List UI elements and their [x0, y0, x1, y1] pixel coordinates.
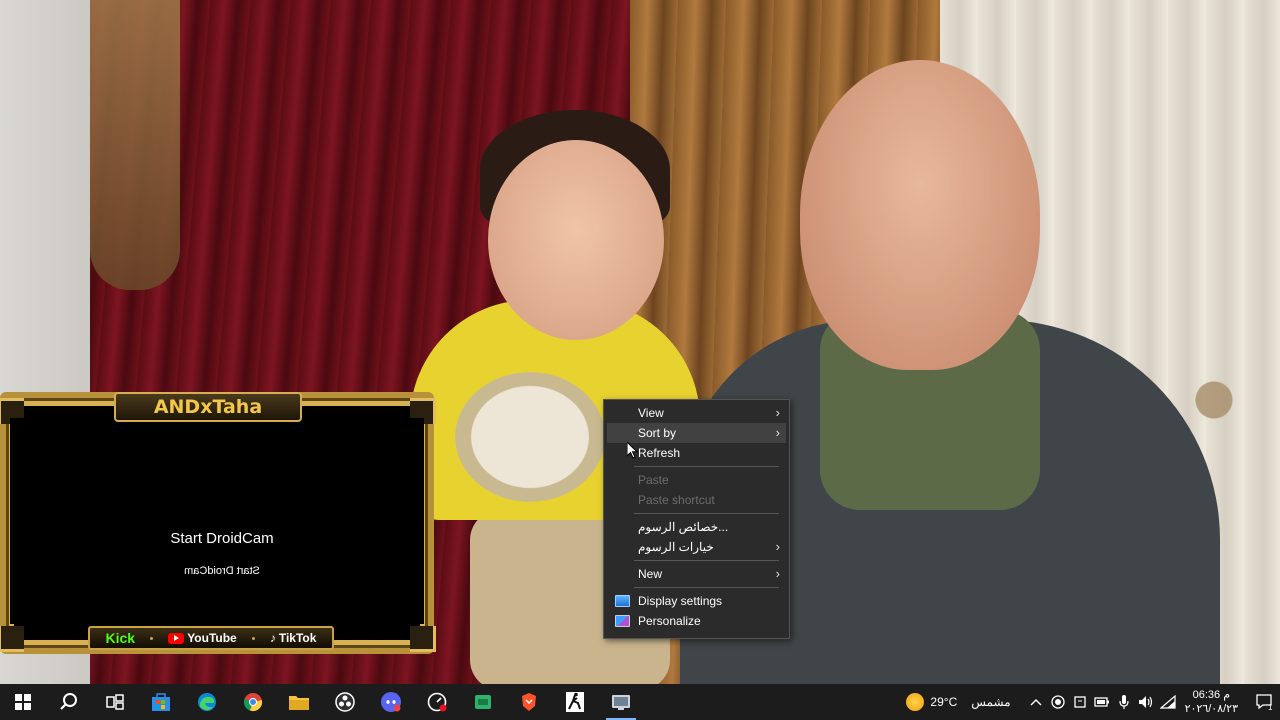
menu-item-new[interactable]: New › [607, 564, 786, 584]
menu-item-paste-shortcut: Paste shortcut [607, 490, 786, 510]
app-icon [566, 692, 584, 712]
edge-icon [198, 693, 216, 711]
weather-sunny-icon[interactable] [906, 693, 925, 711]
droidcam-start-text: Start DroidCam [170, 530, 274, 547]
droidcam-button[interactable] [598, 684, 644, 720]
notification-count: 1 [1268, 703, 1273, 711]
clock-date: ٢٠٢٦/٠٨/٢٣ [1184, 703, 1238, 715]
display-icon [615, 595, 630, 607]
menu-item-label: Refresh [638, 446, 681, 460]
personalize-icon [615, 615, 630, 627]
cursor-arrow-icon [627, 442, 639, 459]
menu-item-graphics-properties[interactable]: خصائص الرسوم... [607, 517, 786, 537]
droidcam-start-text-mirrored: Start DroidCam [184, 565, 260, 577]
menu-item-label: View [638, 406, 664, 420]
tiktok-badge: ♪ TikTok [270, 631, 317, 645]
man-head [800, 60, 1040, 370]
menu-separator [634, 466, 779, 467]
menu-item-label: Paste shortcut [638, 493, 715, 507]
menu-item-label: Display settings [638, 594, 723, 608]
system-tray: 29°C مشمس 06:36 م ٢٠٢٦/٠٨/٢٣ 1 [906, 684, 1280, 720]
chevron-up-icon[interactable] [1025, 684, 1047, 720]
device-icon[interactable] [1069, 684, 1091, 720]
brave-button[interactable] [506, 684, 552, 720]
menu-item-label: Paste [638, 473, 669, 487]
menu-separator [634, 587, 779, 588]
chrome-button[interactable] [230, 684, 276, 720]
start-button[interactable] [0, 684, 46, 720]
youtube-label: YouTube [187, 631, 237, 645]
app-button[interactable] [552, 684, 598, 720]
droidcam-channel-title: ANDxTaha [114, 392, 302, 422]
youtube-icon [168, 632, 185, 644]
microsoft-store-icon [152, 693, 170, 711]
notification-center-button[interactable]: 1 [1250, 684, 1280, 720]
tiktok-icon: ♪ [269, 631, 276, 645]
desktop-context-menu[interactable]: View › Sort by › Refresh Paste Paste sho… [603, 399, 790, 639]
discord-button[interactable] [368, 684, 414, 720]
menu-separator [634, 560, 779, 561]
menu-item-sort-by[interactable]: Sort by › [607, 423, 786, 443]
menu-item-label: New [638, 567, 663, 581]
wallpaper-plate [455, 372, 605, 502]
menu-item-label: خصائص الرسوم... [638, 520, 729, 534]
menu-item-graphics-options[interactable]: خيارات الرسوم › [607, 537, 786, 557]
taskbar: 29°C مشمس 06:36 م ٢٠٢٦/٠٨/٢٣ 1 [0, 684, 1280, 720]
notification-icon: 1 [1256, 694, 1273, 711]
droidcam-icon [612, 695, 630, 710]
menu-item-label: خيارات الرسوم [638, 540, 714, 554]
record-icon[interactable] [1047, 684, 1069, 720]
droidcam-social-bar: Kick YouTube ♪ TikTok [88, 626, 334, 650]
separator-dot [150, 636, 154, 640]
menu-item-personalize[interactable]: Personalize [607, 611, 786, 631]
wifi-icon[interactable] [1157, 684, 1179, 720]
weather-temperature[interactable]: 29°C [930, 695, 957, 709]
file-explorer-button[interactable] [276, 684, 322, 720]
volume-icon[interactable] [1135, 684, 1157, 720]
brave-icon [522, 693, 536, 711]
menu-item-view[interactable]: View › [607, 403, 786, 423]
clock-time: 06:36 م [1192, 689, 1230, 701]
chevron-right-icon: › [775, 566, 780, 581]
kick-label: Kick [105, 630, 136, 646]
chevron-right-icon: › [775, 405, 780, 420]
speedtest-icon [427, 692, 447, 712]
droidcam-video-area[interactable]: Start DroidCam Start DroidCam [10, 418, 424, 624]
weather-condition[interactable]: مشمس [971, 695, 1010, 709]
microphone-icon[interactable] [1113, 684, 1135, 720]
battery-icon[interactable] [1091, 684, 1113, 720]
search-button[interactable] [46, 684, 92, 720]
child-head [488, 140, 664, 340]
frame-corner [410, 626, 436, 652]
file-explorer-icon [289, 696, 309, 710]
youtube-badge: YouTube [168, 631, 237, 645]
speedtest-button[interactable] [414, 684, 460, 720]
microsoft-store-button[interactable] [138, 684, 184, 720]
task-view-button[interactable] [92, 684, 138, 720]
obs-icon [335, 692, 355, 712]
tiktok-label: TikTok [278, 631, 317, 645]
search-icon [60, 693, 77, 710]
menu-item-label: Personalize [638, 614, 701, 628]
edge-button[interactable] [184, 684, 230, 720]
task-view-icon [106, 694, 124, 710]
chevron-right-icon: › [775, 425, 780, 440]
wallpaper-tassel [90, 0, 180, 290]
menu-item-label: Sort by [638, 426, 677, 440]
android-icon [475, 695, 491, 709]
separator-dot [251, 636, 255, 640]
chevron-right-icon: › [775, 539, 780, 554]
taskbar-clock[interactable]: 06:36 م ٢٠٢٦/٠٨/٢٣ [1185, 688, 1238, 716]
menu-item-paste: Paste [607, 470, 786, 490]
discord-icon [381, 692, 401, 712]
obs-button[interactable] [322, 684, 368, 720]
frame-corner [0, 626, 24, 652]
android-app-button[interactable] [460, 684, 506, 720]
droidcam-overlay[interactable]: Start DroidCam Start DroidCam ANDxTaha K… [0, 392, 436, 654]
menu-item-display-settings[interactable]: Display settings [607, 591, 786, 611]
chrome-icon [243, 693, 263, 712]
start-icon [15, 694, 31, 710]
menu-separator [634, 513, 779, 514]
